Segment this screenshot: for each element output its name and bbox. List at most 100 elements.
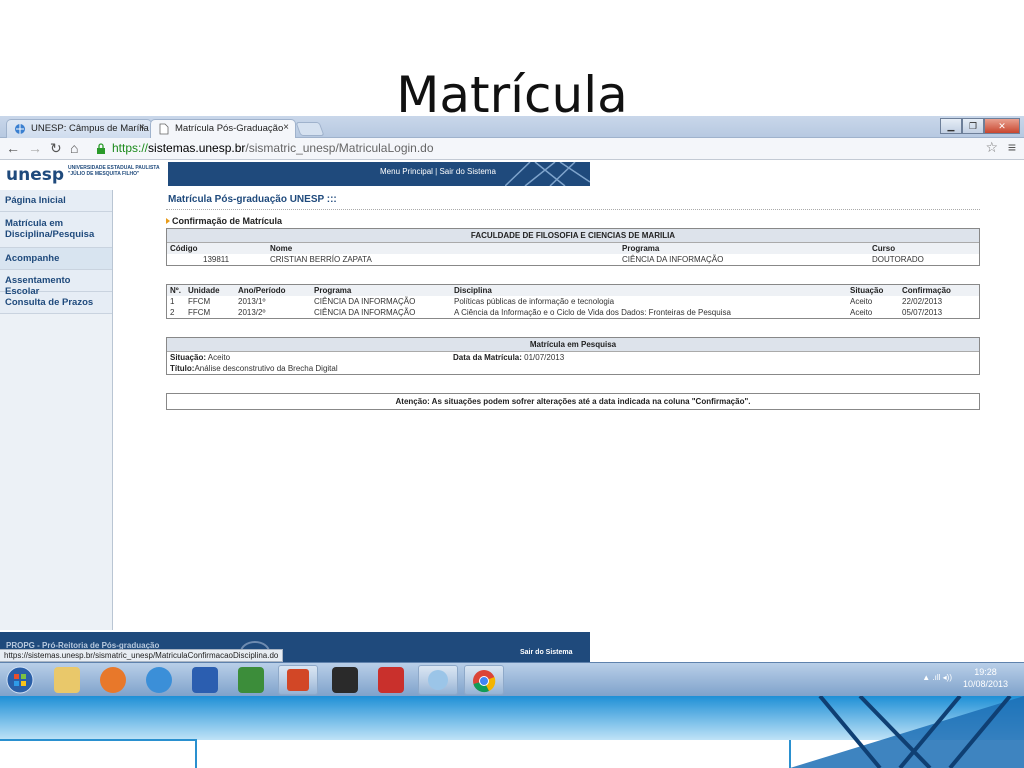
media-player-icon[interactable] bbox=[100, 667, 126, 693]
col-curso: Curso bbox=[869, 243, 979, 254]
unesp-logo[interactable]: unesp UNIVERSIDADE ESTADUAL PAULISTA "JÚ… bbox=[0, 162, 168, 186]
cell-unidade: FFCM bbox=[188, 297, 211, 306]
col-nome: Nome bbox=[267, 243, 619, 254]
col-programa: Programa bbox=[619, 243, 869, 254]
research-title: Matrícula em Pesquisa bbox=[167, 338, 979, 352]
cell-n: 2 bbox=[170, 308, 175, 317]
sidebar-item-assentamento[interactable]: Assentamento Escolar bbox=[0, 270, 112, 297]
cell-disciplina: A Ciência da Informação e o Ciclo de Vid… bbox=[454, 308, 731, 317]
close-icon[interactable]: × bbox=[283, 122, 289, 133]
url-host: sistemas.unesp.br bbox=[148, 141, 246, 155]
slide-footer-decoration bbox=[0, 696, 1024, 768]
clock[interactable]: 19:28 10/08/2013 bbox=[963, 666, 1008, 690]
cell-unidade: FFCM bbox=[188, 308, 211, 317]
tab-label: Matrícula Pós-Graduação bbox=[175, 123, 284, 134]
data-value: 01/07/2013 bbox=[524, 353, 565, 362]
disciplines-box: Nº. Unidade Ano/Período Programa Discipl… bbox=[166, 284, 980, 319]
titulo-value: Análise desconstrutivo da Brecha Digital bbox=[194, 364, 338, 373]
banner-links[interactable]: Menu Principal | Sair do Sistema bbox=[380, 167, 496, 176]
pdf-icon[interactable] bbox=[378, 667, 404, 693]
cell-n: 1 bbox=[170, 297, 175, 306]
minimize-icon[interactable]: ▁ bbox=[940, 118, 962, 134]
main-content: Matrícula Pós-graduação UNESP ::: Confir… bbox=[166, 190, 980, 410]
section-title: Confirmação de Matrícula bbox=[166, 216, 980, 226]
situacao-value: Aceito bbox=[207, 353, 231, 362]
cell-programa: CIÊNCIA DA INFORMAÇÃO bbox=[314, 297, 416, 306]
browser-screenshot: UNESP: Câmpus de Marília × Matrícula Pós… bbox=[0, 116, 1024, 696]
col-unidade: Unidade bbox=[185, 285, 235, 296]
home-icon[interactable]: ⌂ bbox=[70, 140, 78, 156]
taskbar-paint-button[interactable] bbox=[418, 665, 458, 695]
tab-unesp-campus[interactable]: UNESP: Câmpus de Marília × bbox=[6, 119, 152, 138]
url-input[interactable]: https://sistemas.unesp.br/sismatric_unes… bbox=[92, 140, 1002, 157]
globe-icon bbox=[15, 124, 25, 134]
app-icon[interactable] bbox=[332, 667, 358, 693]
cell-ano: 2013/1º bbox=[238, 297, 266, 306]
logo-subtitle: UNIVERSIDADE ESTADUAL PAULISTA "JÚLIO DE… bbox=[68, 165, 160, 177]
restore-icon[interactable]: ❐ bbox=[962, 118, 984, 134]
logo-text: unesp bbox=[6, 165, 65, 185]
sidebar: Página Inicial Matrícula em Disciplina/P… bbox=[0, 190, 113, 630]
table-header-row: Código Nome Programa Curso bbox=[167, 243, 979, 254]
status-bar: https://sistemas.unesp.br/sismatric_unes… bbox=[0, 649, 284, 662]
sidebar-item-pagina-inicial[interactable]: Página Inicial bbox=[0, 190, 112, 212]
clock-date: 10/08/2013 bbox=[962, 679, 1008, 689]
close-icon[interactable]: × bbox=[139, 122, 145, 133]
col-n: Nº. bbox=[167, 285, 185, 296]
research-row: Título: Análise desconstrutivo da Brecha … bbox=[167, 363, 979, 374]
table-row: 139811 CRISTIAN BERRÍO ZAPATA CIÊNCIA DA… bbox=[167, 254, 979, 265]
chrome-icon bbox=[473, 670, 496, 693]
taskbar: ▲ .ıll ◂)) 19:28 10/08/2013 bbox=[0, 662, 1024, 696]
footer-logout-link[interactable]: Sair do Sistema bbox=[520, 649, 573, 656]
research-row: Situação: Aceito Data da Matrícula: 01/0… bbox=[167, 352, 979, 363]
cell-confirmacao: 22/02/2013 bbox=[902, 297, 943, 306]
reload-icon[interactable]: ↻ bbox=[50, 140, 62, 157]
col-ano: Ano/Período bbox=[235, 285, 311, 296]
sidebar-item-acompanhe[interactable]: Acompanhe bbox=[0, 248, 112, 270]
student-codigo: 139811 bbox=[203, 255, 230, 264]
forward-arrow-icon[interactable]: → bbox=[28, 140, 42, 156]
explorer-icon[interactable] bbox=[54, 667, 80, 693]
url-scheme: https:// bbox=[112, 141, 149, 155]
new-tab-button[interactable] bbox=[295, 122, 325, 136]
tab-matricula[interactable]: Matrícula Pós-Graduação × bbox=[150, 119, 296, 138]
bookmark-star-icon[interactable]: ☆ bbox=[985, 139, 998, 156]
taskbar-chrome-button[interactable] bbox=[464, 665, 504, 695]
cell-programa: CIÊNCIA DA INFORMAÇÃO bbox=[314, 308, 416, 317]
excel-icon[interactable] bbox=[238, 667, 264, 693]
cell-disciplina: Políticas públicas de informação e tecno… bbox=[454, 297, 615, 306]
site-banner: unesp UNIVERSIDADE ESTADUAL PAULISTA "JÚ… bbox=[0, 162, 590, 186]
disciplines-table: Nº. Unidade Ano/Período Programa Discipl… bbox=[167, 285, 979, 318]
tab-bar: UNESP: Câmpus de Marília × Matrícula Pós… bbox=[0, 116, 1024, 138]
student-table: Código Nome Programa Curso 139811 CRISTI… bbox=[167, 243, 979, 265]
student-nome: CRISTIAN BERRÍO ZAPATA bbox=[270, 255, 372, 264]
close-window-icon[interactable]: ✕ bbox=[984, 118, 1020, 134]
ie-icon[interactable] bbox=[146, 667, 172, 693]
situacao-label: Situação: bbox=[170, 353, 207, 362]
back-arrow-icon[interactable]: ← bbox=[6, 140, 20, 156]
col-situacao: Situação bbox=[847, 285, 899, 296]
address-bar: ← → ↻ ⌂ https://sistemas.unesp.br/sismat… bbox=[0, 138, 1024, 160]
student-curso: DOUTORADO bbox=[872, 255, 924, 264]
cell-situacao: Aceito bbox=[850, 308, 873, 317]
url-path: /sismatric_unesp/MatriculaLogin.do bbox=[245, 141, 434, 155]
banner-graphic bbox=[505, 162, 590, 186]
cell-situacao: Aceito bbox=[850, 297, 873, 306]
notice-text: Atenção: As situações podem sofrer alter… bbox=[395, 397, 751, 406]
start-orb-icon[interactable] bbox=[6, 666, 34, 694]
taskbar-powerpoint-button[interactable] bbox=[278, 665, 318, 695]
sidebar-item-matricula[interactable]: Matrícula em Disciplina/Pesquisa bbox=[0, 212, 112, 248]
system-tray-icons[interactable]: ▲ .ıll ◂)) bbox=[922, 673, 952, 682]
col-disciplina: Disciplina bbox=[451, 285, 847, 296]
clock-time: 19:28 bbox=[974, 667, 997, 677]
word-icon[interactable] bbox=[192, 667, 218, 693]
faculty-title: FACULDADE DE FILOSOFIA E CIENCIAS DE MAR… bbox=[167, 229, 979, 243]
table-header-row: Nº. Unidade Ano/Período Programa Discipl… bbox=[167, 285, 979, 296]
page-icon bbox=[159, 123, 169, 135]
menu-icon[interactable]: ≡ bbox=[1008, 139, 1016, 155]
student-programa: CIÊNCIA DA INFORMAÇÃO bbox=[622, 255, 724, 264]
notice-box: Atenção: As situações podem sofrer alter… bbox=[166, 393, 980, 410]
cell-confirmacao: 05/07/2013 bbox=[902, 308, 943, 317]
col-confirmacao: Confirmação bbox=[899, 285, 979, 296]
tab-label: UNESP: Câmpus de Marília bbox=[31, 123, 149, 134]
